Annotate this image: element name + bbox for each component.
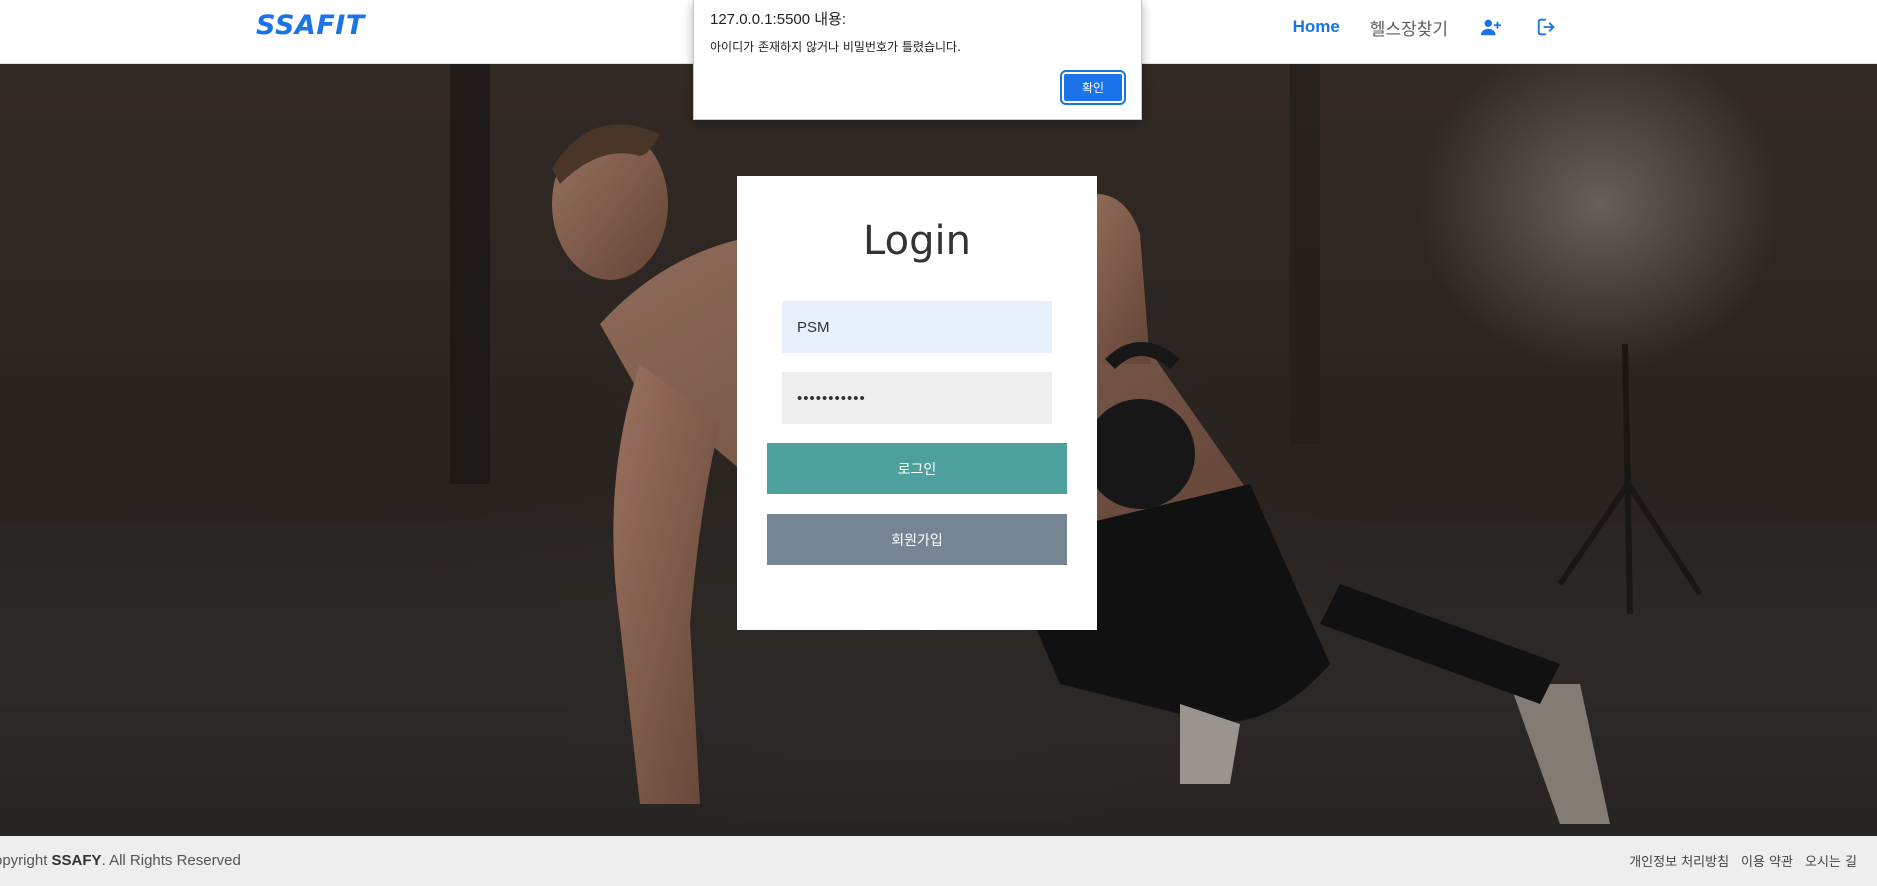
main-nav: Home 헬스장찾기 <box>1293 14 1560 40</box>
user-plus-icon[interactable] <box>1478 14 1504 40</box>
footer-links: 개인정보 처리방침 이용 약관 오시는 길 <box>1629 851 1857 870</box>
user-id-input[interactable] <box>782 301 1052 353</box>
login-title: Login <box>863 218 971 264</box>
browser-alert-dialog: 127.0.0.1:5500 내용: 아이디가 존재하지 않거나 비밀번호가 틀… <box>693 0 1142 120</box>
alert-origin: 127.0.0.1:5500 내용: <box>710 11 847 28</box>
copyright-prefix: opyright <box>0 852 48 869</box>
copyright-suffix: . All Rights Reserved <box>101 852 241 869</box>
logout-icon[interactable] <box>1534 14 1560 40</box>
password-input[interactable] <box>782 372 1052 424</box>
terms-link[interactable]: 이용 약관 <box>1741 851 1793 870</box>
alert-message: 아이디가 존재하지 않거나 비밀번호가 틀렸습니다. <box>710 40 961 54</box>
copyright-brand: SSAFY <box>51 852 102 869</box>
nav-gym-search-link[interactable]: 헬스장찾기 <box>1370 15 1448 40</box>
footer: opyright SSAFY. All Rights Reserved 개인정보… <box>0 836 1877 886</box>
login-card: Login 로그인 회원가입 <box>737 176 1097 630</box>
signup-button[interactable]: 회원가입 <box>767 514 1067 565</box>
directions-link[interactable]: 오시는 길 <box>1805 851 1857 870</box>
nav-home-link[interactable]: Home <box>1293 17 1340 37</box>
copyright-text: opyright SSAFY. All Rights Reserved <box>0 852 241 869</box>
login-button[interactable]: 로그인 <box>767 443 1067 494</box>
alert-ok-button[interactable]: 확인 <box>1060 70 1126 105</box>
privacy-policy-link[interactable]: 개인정보 처리방침 <box>1629 851 1729 870</box>
brand-logo[interactable]: SSAFIT <box>256 10 365 41</box>
